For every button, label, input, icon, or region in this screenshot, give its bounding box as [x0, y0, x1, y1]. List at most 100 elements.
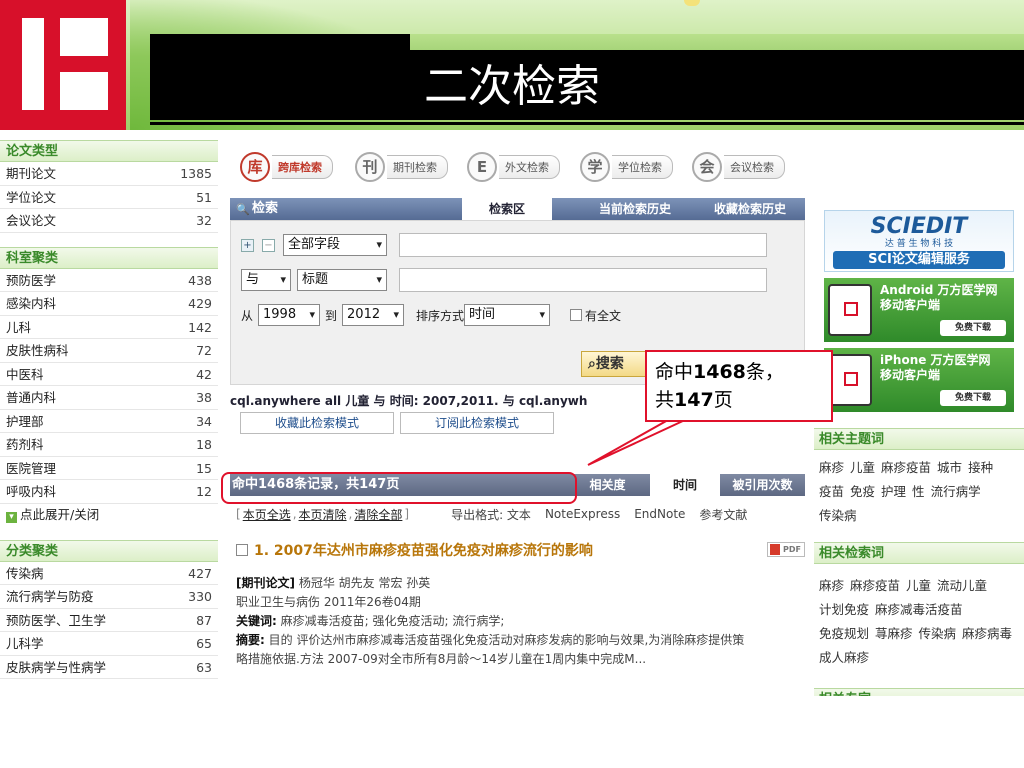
export-label[interactable]: 导出格式: 文本	[451, 506, 531, 523]
article-title[interactable]: 1. 2007年达州市麻疹疫苗强化免疫对麻疹流行的影响	[254, 540, 593, 560]
title-input[interactable]	[399, 268, 767, 292]
list-item[interactable]: 预防医学 438	[0, 269, 218, 292]
topic-link[interactable]: 护理	[881, 480, 906, 504]
topic-link[interactable]: 麻疹疫苗	[881, 456, 931, 480]
save-mode-button[interactable]: 收藏此检索模式	[240, 412, 394, 434]
title-tab-cut	[410, 34, 1024, 50]
term-link[interactable]: 计划免疫	[819, 598, 869, 622]
add-row-icon[interactable]: +	[241, 238, 254, 252]
select-page-link[interactable]: 本页全选	[243, 506, 291, 523]
term-link[interactable]: 免疫规划	[819, 622, 869, 646]
field-select[interactable]: 全部字段	[283, 234, 387, 256]
clear-page-link[interactable]: 本页清除	[299, 506, 347, 523]
list-item[interactable]: 皮肤性病科 72	[0, 339, 218, 363]
list-item[interactable]: 传染病 427	[0, 562, 218, 585]
article-keywords: 关键词: 麻疹减毒活疫苗; 强化免疫活动; 流行病学;	[236, 614, 505, 628]
sort-citations[interactable]: 被引用次数	[720, 474, 805, 496]
search-icon: 🔍	[236, 203, 250, 216]
term-link[interactable]: 儿童	[906, 574, 931, 598]
list-item[interactable]: 儿科学 65	[0, 632, 218, 656]
topic-link[interactable]: 传染病	[819, 504, 857, 528]
foreign-badge-icon: E	[467, 152, 497, 182]
tab-foreign[interactable]: E 外文检索	[467, 150, 560, 184]
tab-journal[interactable]: 刊 期刊检索	[355, 150, 448, 184]
sort-select[interactable]: 时间	[464, 304, 551, 326]
sort-time[interactable]: 时间	[650, 474, 720, 496]
tab-saved-history[interactable]: 收藏检索历史	[695, 198, 805, 220]
term-link[interactable]: 麻疹病毒	[962, 622, 1012, 646]
topic-link[interactable]: 儿童	[850, 456, 875, 480]
term-link[interactable]: 荨麻疹	[875, 622, 913, 646]
list-item[interactable]: 学位论文 51	[0, 186, 218, 209]
topic-link[interactable]: 城市	[937, 456, 962, 480]
expand-toggle[interactable]: ▾ 点此展开/关闭	[0, 504, 218, 526]
list-item[interactable]: 呼吸内科 12	[0, 480, 218, 504]
topic-link[interactable]: 麻疹	[819, 456, 844, 480]
list-item[interactable]: 护理部 34	[0, 410, 218, 433]
tab-search-history[interactable]: 当前检索历史	[580, 198, 690, 220]
remove-row-icon[interactable]: −	[262, 238, 275, 252]
title-tab	[158, 34, 410, 48]
from-year-select[interactable]: 1998	[258, 304, 321, 326]
android-ad[interactable]: Android 万方医学网 移动客户端 免费下载	[824, 278, 1014, 342]
term-link[interactable]: 麻疹疫苗	[850, 574, 900, 598]
sciedit-ad[interactable]: SCIEDIT 达 普 生 物 科 技 SCI论文编辑服务	[824, 210, 1014, 272]
slide-title: 二次检索	[424, 61, 600, 112]
list-item[interactable]: 感染内科 429	[0, 292, 218, 316]
term-link[interactable]: 成人麻疹	[819, 646, 869, 670]
term-link[interactable]: 传染病	[919, 622, 957, 646]
export-reference[interactable]: 参考文献	[699, 506, 747, 523]
list-item[interactable]: 皮肤病学与性病学 63	[0, 656, 218, 679]
list-item[interactable]: 会议论文 32	[0, 209, 218, 233]
header-line	[150, 122, 1024, 125]
highlight-box	[221, 472, 577, 504]
tab-search-area[interactable]: 检索区	[462, 198, 552, 220]
topic-link[interactable]: 性	[912, 480, 925, 504]
list-item[interactable]: 普通内科 38	[0, 386, 218, 410]
topic-link[interactable]: 接种	[968, 456, 993, 480]
article-journal[interactable]: 职业卫生与病伤 2011年26卷04期	[230, 593, 805, 612]
clear-all-link[interactable]: 清除全部	[354, 506, 402, 523]
iphone-ad[interactable]: iPhone 万方医学网 移动客户端 免费下载	[824, 348, 1014, 412]
list-item[interactable]: 流行病学与防疫 330	[0, 585, 218, 609]
article-checkbox[interactable]	[236, 544, 248, 556]
related-topics: 麻疹 儿童 麻疹疫苗 城市 接种 疫苗 免疫 护理 性 流行病学 传染病	[819, 456, 1024, 528]
article-title-row: 1. 2007年达州市麻疹疫苗强化免疫对麻疹流行的影响 PDF	[230, 540, 805, 560]
topic-link[interactable]: 流行病学	[931, 480, 981, 504]
term-link[interactable]: 流动儿童	[937, 574, 987, 598]
download-button[interactable]: 免费下载	[940, 320, 1006, 336]
field-select[interactable]: 标题	[297, 269, 387, 291]
tab-cross-db[interactable]: 库 跨库检索	[240, 150, 333, 184]
sort-relevance[interactable]: 相关度	[565, 474, 650, 496]
related-terms-heading: 相关检索词	[814, 542, 1024, 564]
db-badge-icon: 库	[240, 152, 270, 182]
list-item[interactable]: 儿科 142	[0, 316, 218, 339]
tab-conference[interactable]: 会 会议检索	[692, 150, 785, 184]
export-endnote[interactable]: EndNote	[634, 507, 685, 521]
list-item[interactable]: 医院管理 15	[0, 457, 218, 480]
thesis-badge-icon: 学	[580, 152, 610, 182]
list-item[interactable]: 期刊论文 1385	[0, 162, 218, 186]
tab-thesis[interactable]: 学 学位检索	[580, 150, 673, 184]
download-button[interactable]: 免费下载	[940, 390, 1006, 406]
list-item[interactable]: 预防医学、卫生学 87	[0, 609, 218, 632]
export-noteexpress[interactable]: NoteExpress	[545, 507, 620, 521]
term-link[interactable]: 麻疹	[819, 574, 844, 598]
search-header: 🔍 检索 检索区 当前检索历史 收藏检索历史	[230, 198, 805, 220]
list-item[interactable]: 中医科 42	[0, 363, 218, 386]
database-tabs: 库 跨库检索 刊 期刊检索 E 外文检索 学 学位检索 会 会议检索	[230, 146, 810, 186]
topic-link[interactable]: 疫苗	[819, 480, 844, 504]
logic-select[interactable]: 与	[241, 269, 291, 291]
term-link[interactable]: 麻疹减毒活疫苗	[875, 598, 963, 622]
search-input[interactable]	[399, 233, 767, 257]
subscribe-mode-button[interactable]: 订阅此检索模式	[400, 412, 554, 434]
fulltext-checkbox[interactable]	[570, 309, 583, 321]
to-year-select[interactable]: 2012	[342, 304, 405, 326]
callout-box: 命中1468条， 共147页	[645, 350, 833, 422]
section-heading: 科室聚类	[0, 246, 218, 269]
list-item[interactable]: 药剂科 18	[0, 433, 218, 457]
pdf-icon[interactable]: PDF	[767, 542, 805, 557]
search-button[interactable]: ⌕搜索	[581, 351, 651, 377]
related-experts-heading: 相关专家	[814, 688, 1024, 696]
topic-link[interactable]: 免疫	[850, 480, 875, 504]
